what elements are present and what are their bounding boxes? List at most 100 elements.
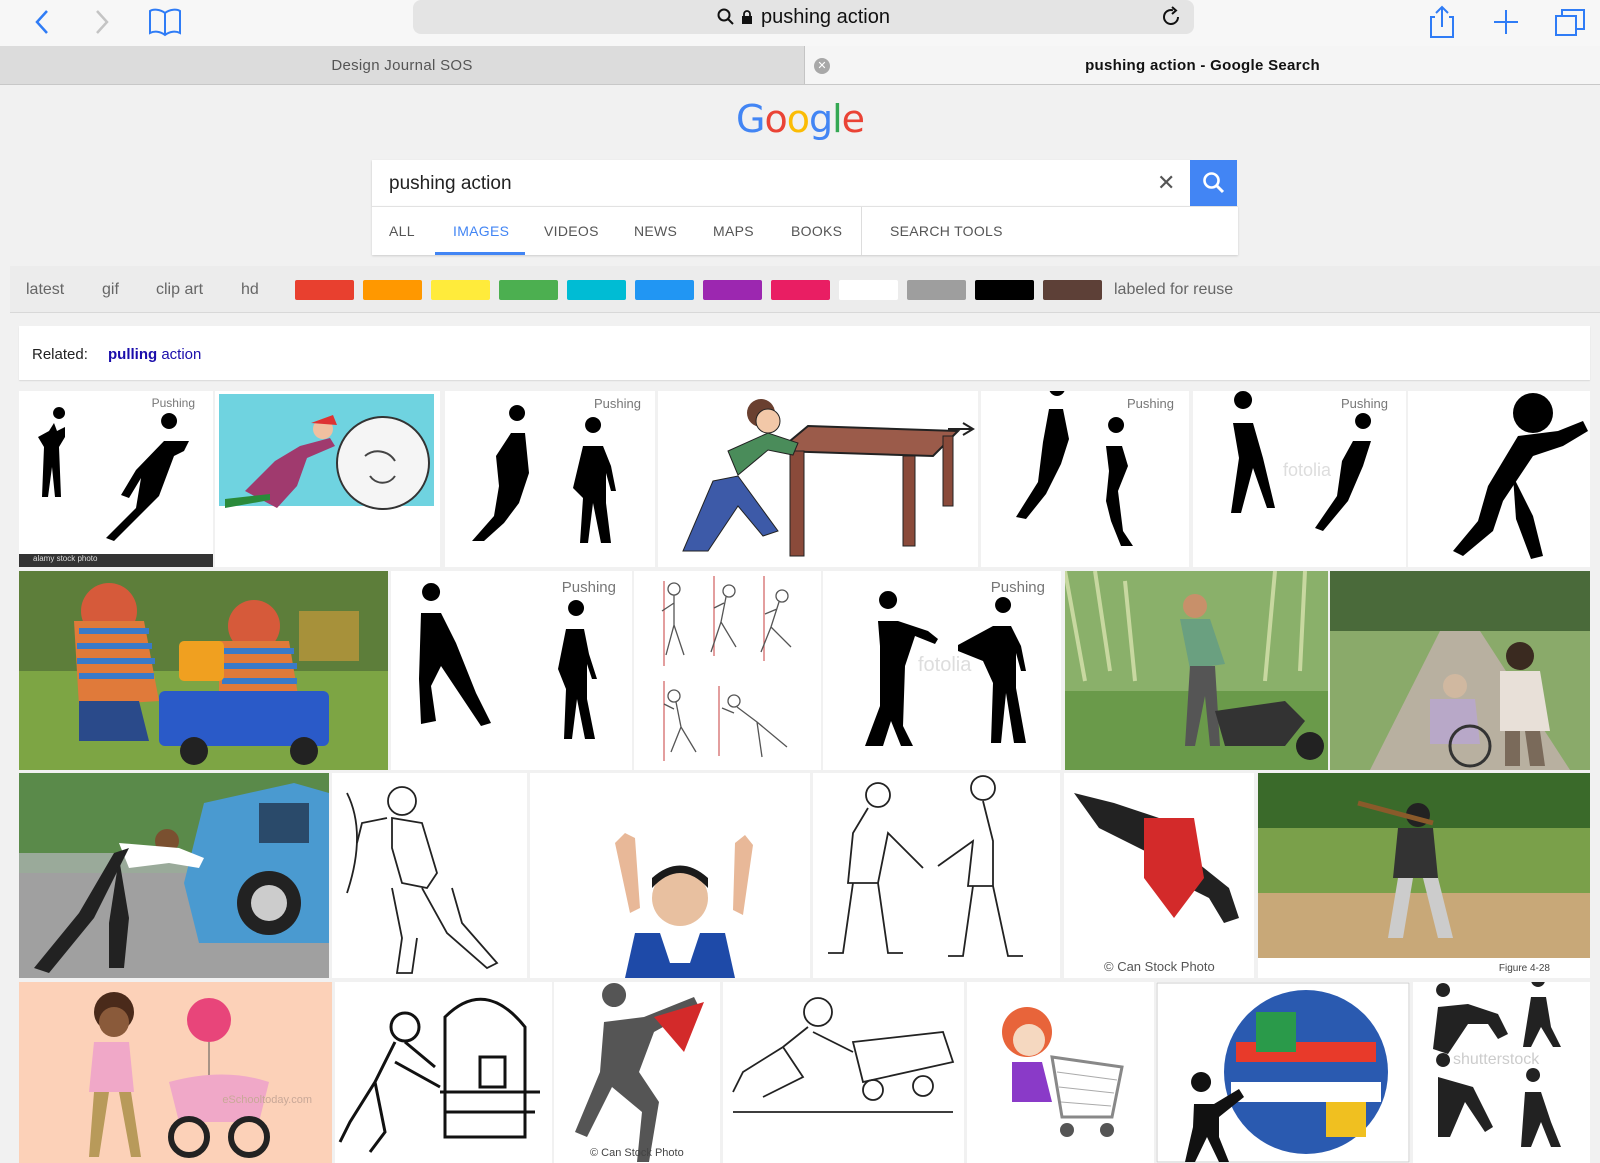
color-swatch[interactable] (907, 280, 966, 300)
google-logo: Google (0, 97, 1600, 141)
tab-google-search[interactable]: pushing action - Google Search (805, 46, 1600, 84)
image-result[interactable] (215, 391, 440, 567)
boy-pushing-cart-drawing (723, 982, 964, 1163)
image-result[interactable] (967, 982, 1154, 1163)
color-swatch[interactable] (567, 280, 626, 300)
bookmarks-button[interactable] (145, 4, 185, 40)
new-tab-button[interactable] (1486, 4, 1526, 40)
tab-videos[interactable]: VIDEOS (544, 223, 599, 239)
related-bold: pulling (108, 346, 158, 363)
logo-letter: G (735, 97, 765, 141)
filter-latest[interactable]: latest (26, 281, 64, 299)
image-result[interactable] (19, 773, 329, 978)
url-text: pushing action (761, 5, 890, 28)
tab-images[interactable]: IMAGES (453, 223, 509, 239)
search-icon (717, 8, 734, 25)
tab-all[interactable]: ALL (389, 223, 415, 239)
color-swatch[interactable] (635, 280, 694, 300)
image-result[interactable] (634, 571, 821, 770)
image-result[interactable] (1408, 391, 1590, 567)
canstock-watermark: © Can Stock Photo (590, 1147, 684, 1159)
search-button[interactable] (1190, 160, 1237, 206)
tab-design-journal[interactable]: Design Journal SOS (0, 46, 805, 84)
color-swatch[interactable] (839, 280, 898, 300)
tab-books[interactable]: BOOKS (791, 223, 842, 239)
image-result[interactable] (1330, 571, 1590, 770)
search-nav-tabs: ALL IMAGES VIDEOS NEWS MAPS BOOKS SEARCH… (372, 206, 1238, 255)
search-tools-button[interactable]: SEARCH TOOLS (890, 223, 1003, 239)
address-bar[interactable]: pushing action (413, 0, 1194, 34)
image-result[interactable] (530, 773, 810, 978)
image-result[interactable]: Pushing (445, 391, 655, 567)
tab-label: pushing action - Google Search (1085, 56, 1320, 74)
image-result[interactable]: Pushing (391, 571, 632, 770)
color-swatch[interactable] (499, 280, 558, 300)
image-result[interactable] (332, 773, 527, 978)
plus-icon (1494, 10, 1518, 34)
color-swatch[interactable] (363, 280, 422, 300)
image-result[interactable]: Figure 4-28 (1258, 773, 1590, 978)
logo-letter: o (786, 97, 810, 141)
image-result[interactable] (1065, 571, 1328, 770)
filter-gif[interactable]: gif (102, 281, 119, 299)
search-icon (1202, 172, 1224, 194)
man-pushing-piano-drawing (335, 982, 552, 1163)
color-swatch[interactable] (431, 280, 490, 300)
reload-icon[interactable] (1160, 6, 1182, 28)
logo-letter: e (841, 97, 865, 141)
watermark-text: Pushing (561, 579, 616, 596)
fotolia-watermark: fotolia (918, 654, 972, 676)
chevron-right-icon (96, 10, 109, 34)
tabs-button[interactable] (1550, 4, 1590, 40)
filter-labeled-for-reuse[interactable]: labeled for reuse (1114, 281, 1233, 299)
watermark-text: Pushing (151, 396, 195, 410)
image-result[interactable] (335, 982, 552, 1163)
chevron-left-icon (35, 10, 48, 34)
shutterstock-watermark: shutterstock (1453, 1051, 1540, 1068)
image-result[interactable]: eSchooltoday.com (19, 982, 332, 1163)
color-swatch[interactable] (295, 280, 354, 300)
share-button[interactable] (1422, 4, 1462, 40)
color-swatch[interactable] (703, 280, 762, 300)
image-result[interactable]: © Can Stock Photo (554, 982, 720, 1163)
clear-icon[interactable]: ✕ (1157, 170, 1175, 196)
related-rest: action (157, 346, 202, 363)
logo-letter: l (832, 97, 843, 141)
search-input[interactable] (372, 160, 1151, 208)
image-result[interactable] (1156, 982, 1410, 1163)
filter-clip-art[interactable]: clip art (156, 281, 203, 299)
image-result[interactable]: © Can Stock Photo (1064, 773, 1254, 978)
image-result[interactable]: shutterstock (1413, 982, 1590, 1163)
image-filter-bar: latest gif clip art hd labeled for reuse (10, 266, 1600, 313)
silhouette-image: fotolia (823, 571, 1061, 770)
color-swatch[interactable] (1043, 280, 1102, 300)
tab-maps[interactable]: MAPS (713, 223, 754, 239)
image-result[interactable]: fotolia Pushing (1193, 391, 1406, 567)
logo-letter: o (764, 97, 787, 141)
tab-news[interactable]: NEWS (634, 223, 677, 239)
related-link-pulling-action[interactable]: pulling action (108, 346, 201, 363)
image-result[interactable]: Pushing (981, 391, 1189, 567)
image-result[interactable] (658, 391, 978, 567)
two-skaters-drawing-image (813, 773, 1060, 978)
silhouette-image (391, 571, 632, 770)
image-result[interactable] (19, 571, 388, 770)
image-result[interactable]: Pushing alamy stock photo (19, 391, 213, 567)
close-tab-icon[interactable]: ✕ (814, 58, 830, 74)
tab-bar: Design Journal SOS pushing action - Goog… (0, 46, 1600, 85)
silhouette-image: fotolia (1193, 391, 1406, 567)
image-result[interactable] (723, 982, 964, 1163)
color-swatch[interactable] (975, 280, 1034, 300)
forward-button[interactable] (82, 4, 122, 40)
silhouette-image (445, 391, 655, 567)
image-result[interactable] (813, 773, 1060, 978)
watermark-text: Pushing (1341, 396, 1388, 411)
tab-label: Design Journal SOS (331, 56, 473, 74)
man-line-drawing-image (332, 773, 527, 978)
eschool-watermark: eSchooltoday.com (222, 1094, 312, 1106)
filter-hd[interactable]: hd (241, 281, 259, 299)
back-button[interactable] (22, 4, 62, 40)
color-swatch[interactable] (771, 280, 830, 300)
businessman-globe-image (1156, 982, 1410, 1163)
image-result[interactable]: fotolia Pushing (823, 571, 1061, 770)
